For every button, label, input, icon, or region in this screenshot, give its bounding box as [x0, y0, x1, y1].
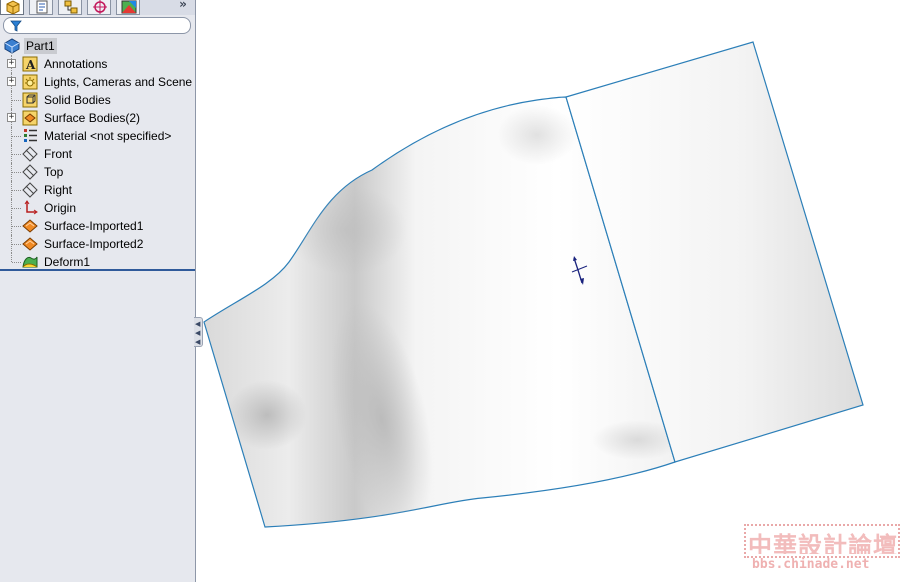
- origin-icon: [24, 200, 38, 215]
- deform-icon: [22, 256, 38, 268]
- tree-item-top-plane[interactable]: Top: [0, 163, 195, 181]
- plane-icon: [22, 164, 38, 180]
- tree-divider: [0, 269, 195, 271]
- tree-item-label: Top: [44, 165, 64, 179]
- solid-bodies-folder-icon: [22, 92, 38, 108]
- tree-item-label: Solid Bodies: [44, 93, 111, 107]
- feature-manager-tab-icon: [6, 0, 20, 14]
- tree-connector: [12, 190, 21, 191]
- tree-item-label: Surface-Imported1: [44, 219, 144, 233]
- expand-toggle[interactable]: +: [7, 113, 16, 122]
- tree-item-label: Lights, Cameras and Scene: [44, 75, 193, 89]
- feature-manager-panel: » Part1 + A Annotations + Lights, Camera…: [0, 0, 196, 582]
- tree-item-material[interactable]: Material <not specified>: [0, 127, 195, 145]
- tree-item-label: Surface-Imported2: [44, 237, 144, 251]
- annotations-icon: A: [22, 56, 38, 72]
- tree-root-part[interactable]: Part1: [0, 37, 195, 55]
- manager-tab-bar: »: [0, 0, 195, 15]
- lights-icon: [22, 74, 38, 90]
- graphics-viewport[interactable]: [197, 0, 903, 582]
- plane-icon: [22, 146, 38, 162]
- tree-item-label: Surface Bodies(2): [44, 111, 141, 125]
- tree-item-label: Annotations: [44, 57, 108, 71]
- material-icon: [24, 129, 37, 142]
- tree-connector: [11, 253, 12, 262]
- part-icon: [4, 38, 20, 54]
- tree-item-surface-imported2[interactable]: Surface-Imported2: [0, 235, 195, 253]
- tree-connector: [12, 208, 21, 209]
- tree-connector: [12, 262, 21, 263]
- dimxpert-manager-tab[interactable]: [87, 0, 111, 15]
- tree-connector: [12, 172, 21, 173]
- filter-icon: [10, 20, 22, 32]
- surface-bodies-folder-icon: [22, 110, 38, 126]
- tree-item-label: Origin: [44, 201, 77, 215]
- tree-item-label: Right: [44, 183, 73, 197]
- watermark-url: bbs.chinade.net: [752, 557, 870, 572]
- dimxpert-manager-tab-icon: [93, 0, 107, 14]
- tree-connector: [12, 244, 21, 245]
- plane-icon: [22, 182, 38, 198]
- expand-toggle[interactable]: +: [7, 59, 16, 68]
- imported-surface-icon: [22, 219, 38, 233]
- tree-connector: [12, 154, 21, 155]
- tree-item-lights-cameras-scene[interactable]: + Lights, Cameras and Scene: [0, 73, 195, 91]
- tree-item-label: Deform1: [44, 255, 91, 269]
- tree-filter-field[interactable]: [3, 17, 191, 34]
- tree-item-surface-bodies[interactable]: + Surface Bodies(2): [0, 109, 195, 127]
- watermark: 中華設計論壇 bbs.chinade.net: [744, 524, 900, 576]
- tree-item-label: Material <not specified>: [44, 129, 172, 143]
- tree-connector: [12, 100, 21, 101]
- display-manager-tab-icon: [121, 0, 137, 14]
- property-manager-tab[interactable]: [29, 0, 53, 15]
- tab-overflow-button[interactable]: »: [176, 0, 190, 11]
- configuration-manager-tab[interactable]: [58, 0, 82, 15]
- configuration-manager-tab-icon: [64, 0, 78, 14]
- watermark-title: 中華設計論壇: [748, 532, 898, 554]
- expand-toggle[interactable]: +: [7, 77, 16, 86]
- tree-connector: [12, 226, 21, 227]
- tree-item-solid-bodies[interactable]: Solid Bodies: [0, 91, 195, 109]
- model-render: [203, 41, 864, 528]
- feature-manager-tab[interactable]: [0, 0, 24, 15]
- imported-surface-icon: [22, 237, 38, 251]
- tree-item-right-plane[interactable]: Right: [0, 181, 195, 199]
- tree-item-origin[interactable]: Origin: [0, 199, 195, 217]
- tree-connector: [12, 136, 21, 137]
- tree-item-surface-imported1[interactable]: Surface-Imported1: [0, 217, 195, 235]
- tree-item-front-plane[interactable]: Front: [0, 145, 195, 163]
- svg-text:A: A: [25, 58, 36, 72]
- tree-root-label: Part1: [24, 38, 57, 54]
- display-manager-tab[interactable]: [116, 0, 140, 15]
- tree-item-label: Front: [44, 147, 73, 161]
- tree-item-annotations[interactable]: + A Annotations: [0, 55, 195, 73]
- property-manager-tab-icon: [36, 0, 48, 14]
